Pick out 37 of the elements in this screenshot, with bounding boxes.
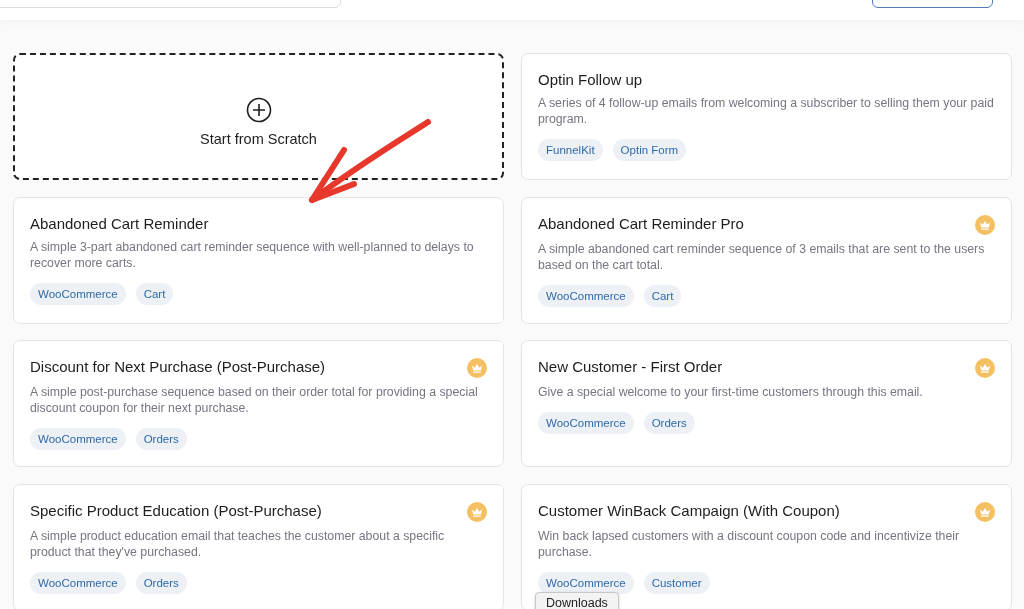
template-title: Abandoned Cart Reminder (30, 214, 209, 233)
category-tag: Cart (643, 284, 682, 307)
template-card[interactable]: Specific Product Education (Post-Purchase) A simple product education email that teaches the customer about a specific product that they've purchased. WooCommerce Orders (13, 483, 504, 609)
template-description: A series of 4 follow-up emails from welcoming a subscriber to selling them your paid program. (538, 95, 995, 127)
template-description: A simple 3-part abandoned cart reminder sequence with well-planned to delays to recover more carts. (30, 238, 475, 271)
category-tag: Orders (135, 428, 187, 450)
template-title: Customer WinBack Campaign (With Coupon) (538, 501, 840, 520)
category-tag: WooCommerce (30, 571, 126, 594)
template-title: Abandoned Cart Reminder Pro (538, 214, 744, 233)
template-card[interactable]: Discount for Next Purchase (Post-Purchase) A simple post-purchase sequence based on their order total for providing a special discount coupon for their next purchase. WooCommerce Orders (13, 340, 504, 467)
category-tag: WooCommerce (30, 282, 126, 305)
start-from-scratch-card[interactable]: Start from Scratch (13, 53, 504, 180)
category-tag: Cart (135, 282, 174, 305)
template-card[interactable]: Optin Follow up A series of 4 follow-up emails from welcoming a subscriber to selling them your paid program. FunnelKit Optin Form (521, 53, 1012, 180)
category-tag: Customer (643, 571, 710, 594)
template-description: A simple abandoned cart reminder sequence of 3 emails that are sent to the users based on the cart total. (538, 240, 986, 273)
template-title: Discount for Next Purchase (Post-Purchase) (30, 358, 326, 376)
category-tag: FunnelKit (538, 139, 603, 161)
category-tag: Orders (135, 571, 187, 594)
category-tag: WooCommerce (30, 428, 126, 450)
template-card[interactable]: Abandoned Cart Reminder Pro A simple abandoned cart reminder sequence of 3 emails that are sent to the users based on the cart total. WooCommerce Cart (521, 196, 1012, 324)
category-tag: WooCommerce (538, 571, 634, 594)
category-tag: Orders (643, 412, 695, 434)
category-tag: Optin Form (612, 139, 687, 161)
template-description: Win back lapsed customers with a discount coupon code and incentivize their purchase. (538, 527, 961, 560)
category-tag: WooCommerce (538, 412, 634, 434)
template-card[interactable]: New Customer - First Order Give a special welcome to your first-time customers through this email. WooCommerce Orders (521, 340, 1012, 467)
tooltip: Downloads (535, 592, 619, 609)
template-title: Optin Follow up (538, 71, 643, 89)
template-description: A simple product education email that teaches the customer about a specific product that they've purchased. (30, 527, 446, 560)
template-description: Give a special welcome to your first-time customers through this email. (538, 384, 924, 400)
template-title: Specific Product Education (Post-Purchase) (30, 501, 322, 520)
template-title: New Customer - First Order (538, 358, 723, 376)
plus-circle-icon (245, 96, 272, 123)
category-tag: WooCommerce (538, 284, 634, 307)
template-description: A simple post-purchase sequence based on their order total for providing a special discount coupon for their next purchase. (30, 384, 479, 416)
template-card[interactable]: Abandoned Cart Reminder A simple 3-part abandoned cart reminder sequence with well-planned to delays to recover more carts. WooCommerce Cart (13, 196, 504, 324)
